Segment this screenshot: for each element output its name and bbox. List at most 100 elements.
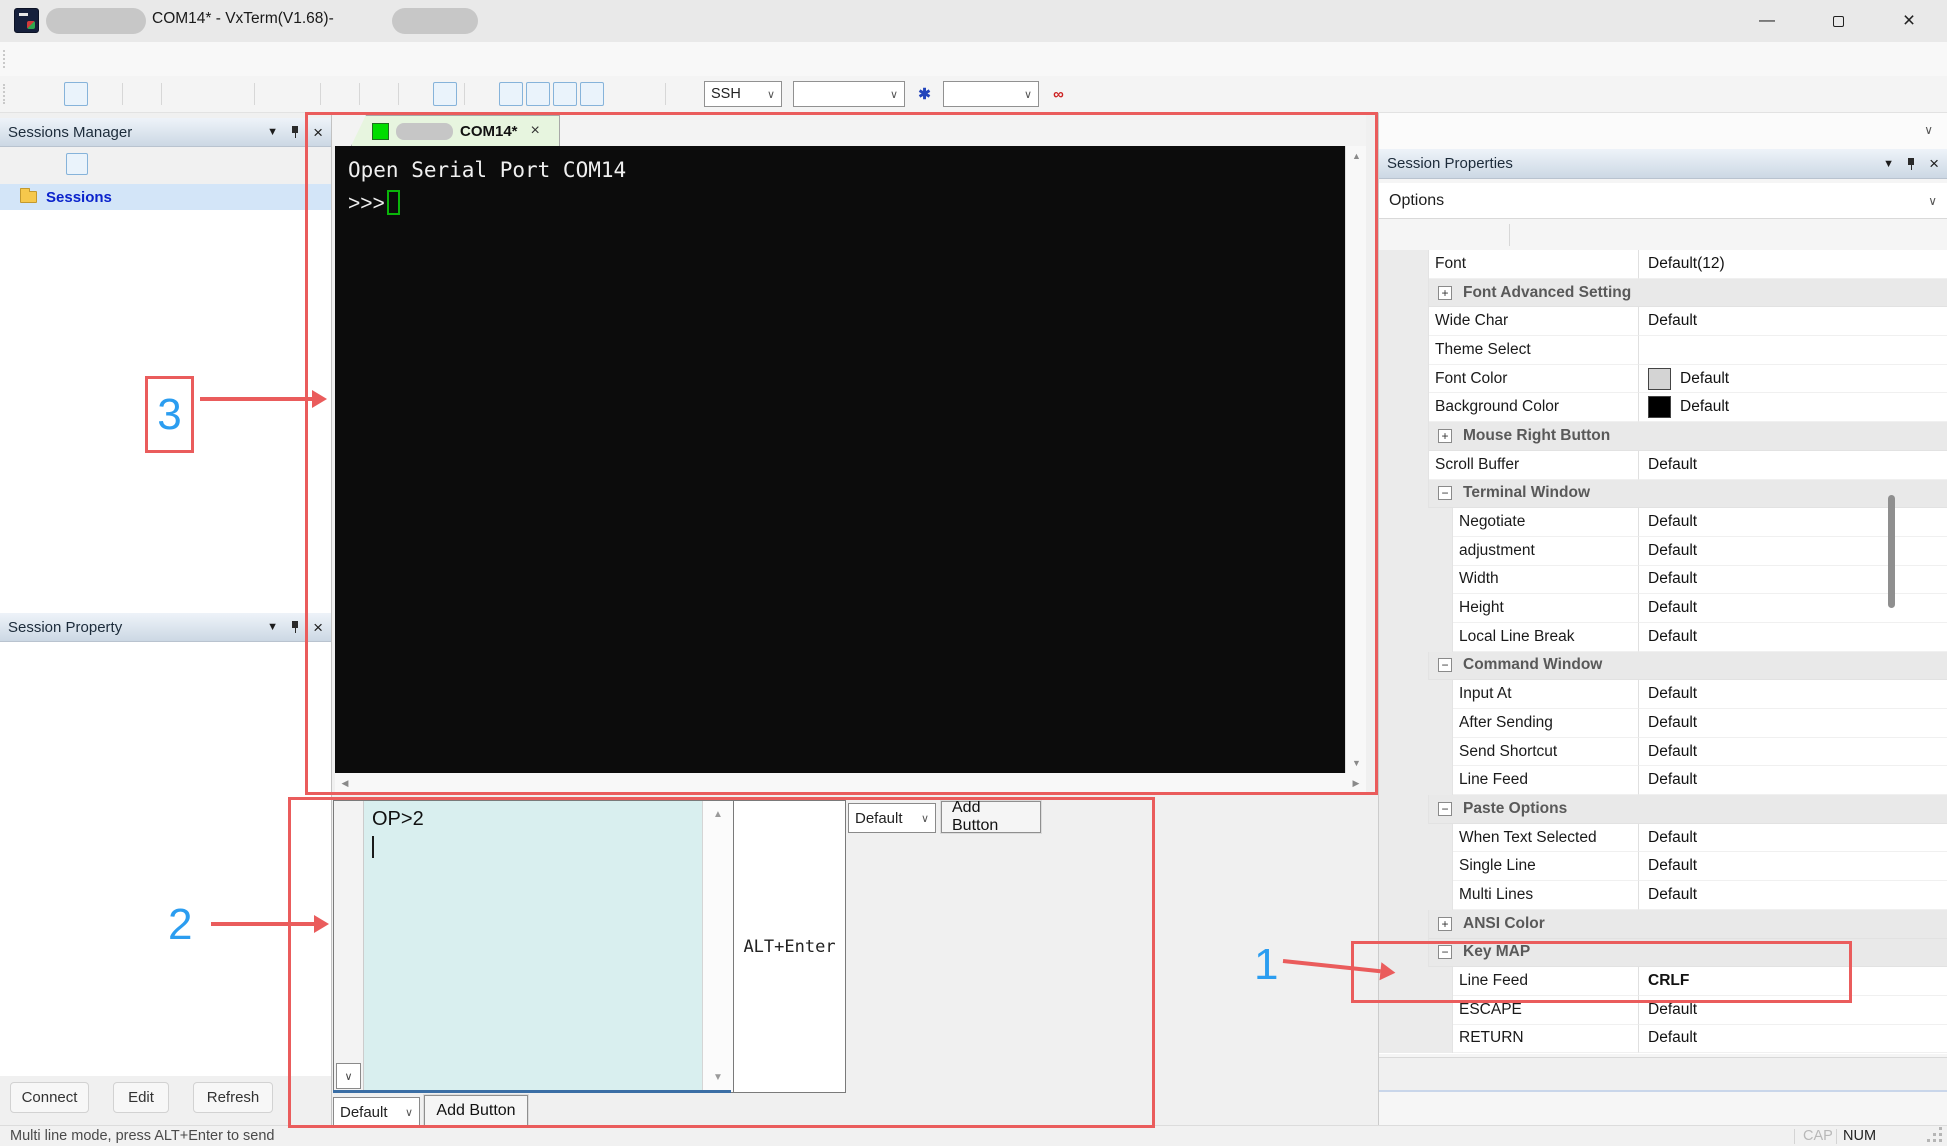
connect-button[interactable]: Connect	[10, 1082, 89, 1113]
property-value-cell[interactable]: Default	[1639, 766, 1947, 795]
chevron-down-icon[interactable]: ▼	[1883, 158, 1894, 170]
property-row[interactable]: After Sending Default	[1379, 709, 1947, 738]
highlight-pen-icon[interactable]	[607, 82, 631, 106]
copy-session-icon[interactable]	[95, 153, 117, 175]
play-pause-icon[interactable]	[406, 82, 430, 106]
minimize-button[interactable]: —	[1735, 0, 1799, 42]
property-row[interactable]: Height Default	[1379, 594, 1947, 623]
property-row[interactable]: Width Default	[1379, 566, 1947, 595]
property-value-cell[interactable]: Default	[1639, 451, 1947, 480]
window-send-icon[interactable]	[580, 82, 604, 106]
property-page-icon[interactable]	[1445, 223, 1468, 246]
property-value-cell[interactable]: Default	[1639, 623, 1947, 652]
property-value-cell[interactable]: Default(12)	[1639, 250, 1947, 279]
property-value-cell[interactable]: Default	[1639, 537, 1947, 566]
disconnect-icon[interactable]	[169, 82, 193, 106]
property-row[interactable]: Background Color Default	[1379, 393, 1947, 422]
property-row[interactable]: Font Default(12)	[1379, 250, 1947, 279]
property-value-cell[interactable]: Default	[1639, 709, 1947, 738]
property-row[interactable]: Wide Char Default	[1379, 307, 1947, 336]
new-window-icon[interactable]	[91, 82, 115, 106]
property-value-cell[interactable]: Default	[1639, 365, 1947, 394]
property-value-cell[interactable]: Default	[1639, 566, 1947, 595]
chevron-down-icon[interactable]: ∨	[1924, 123, 1933, 137]
category-expander-icon[interactable]	[1438, 917, 1452, 931]
property-row[interactable]: When Text Selected Default	[1379, 824, 1947, 853]
filter-combobox[interactable]: ∨	[943, 81, 1039, 107]
property-row[interactable]: Negotiate Default	[1379, 508, 1947, 537]
property-row[interactable]: RETURN Default	[1379, 1025, 1947, 1054]
close-button[interactable]: ×	[1877, 0, 1941, 42]
category-expander-icon[interactable]	[1438, 658, 1452, 672]
property-value-cell[interactable]: Default	[1639, 307, 1947, 336]
category-expander-icon[interactable]	[1438, 429, 1452, 443]
link-icon[interactable]: ∞	[1046, 82, 1070, 106]
property-row[interactable]: ANSI Color	[1379, 910, 1947, 939]
list-view-icon[interactable]	[66, 153, 88, 175]
pin-marker-icon[interactable]	[328, 82, 352, 106]
modify-icon[interactable]	[240, 153, 262, 175]
pin-icon[interactable]	[290, 620, 301, 634]
property-row[interactable]: Send Shortcut Default	[1379, 738, 1947, 767]
edit-button[interactable]: Edit	[113, 1082, 169, 1113]
property-row[interactable]: Line Feed Default	[1379, 766, 1947, 795]
property-row[interactable]: Font Color Default	[1379, 365, 1947, 394]
delete-icon[interactable]	[182, 153, 204, 175]
property-row[interactable]: Scroll Buffer Default	[1379, 451, 1947, 480]
link-session-icon[interactable]	[8, 153, 30, 175]
property-row[interactable]: Paste Options	[1379, 795, 1947, 824]
serial-connect-icon[interactable]	[64, 82, 88, 106]
copy-icon[interactable]	[196, 82, 220, 106]
property-row[interactable]: Input At Default	[1379, 680, 1947, 709]
minimize-all-icon[interactable]	[499, 82, 523, 106]
session-combobox[interactable]: ∨	[793, 81, 905, 107]
category-expander-icon[interactable]	[1438, 286, 1452, 300]
property-value-cell[interactable]: Default	[1639, 852, 1947, 881]
session-window-icon[interactable]	[673, 82, 697, 106]
send-receive-icon[interactable]	[367, 82, 391, 106]
property-value-cell[interactable]: Default	[1639, 680, 1947, 709]
property-value-cell[interactable]: Default	[1639, 594, 1947, 623]
property-row[interactable]: Command Window	[1379, 652, 1947, 681]
pin-icon[interactable]	[1906, 157, 1917, 171]
chevron-down-icon[interactable]: ▼	[267, 126, 278, 138]
categorized-icon[interactable]	[1385, 223, 1408, 246]
property-value-cell[interactable]: Default	[1639, 1025, 1947, 1054]
chevron-down-icon[interactable]: ▼	[267, 621, 278, 633]
connect-icon[interactable]	[130, 82, 154, 106]
refresh-button[interactable]: Refresh	[193, 1082, 273, 1113]
cut-icon[interactable]	[124, 153, 146, 175]
close-icon[interactable]: ×	[1929, 155, 1939, 172]
find-icon[interactable]	[472, 82, 496, 106]
property-value-cell[interactable]: Default	[1639, 881, 1947, 910]
property-value-cell[interactable]: Default	[1639, 508, 1947, 537]
save-profile-icon[interactable]	[1475, 223, 1498, 246]
property-row[interactable]: adjustment Default	[1379, 537, 1947, 566]
config-wand-icon[interactable]: ✱	[912, 82, 936, 106]
reload-icon[interactable]	[289, 82, 313, 106]
paste-icon[interactable]	[223, 82, 247, 106]
clear-icon[interactable]	[634, 82, 658, 106]
category-expander-icon[interactable]	[1438, 486, 1452, 500]
property-row[interactable]: Single Line Default	[1379, 852, 1947, 881]
pin-icon[interactable]	[290, 125, 301, 139]
options-combobox[interactable]: Options ∨	[1379, 183, 1947, 219]
property-value-cell[interactable]: Default	[1639, 738, 1947, 767]
quick-connect-icon[interactable]	[37, 82, 61, 106]
save-icon[interactable]	[10, 82, 34, 106]
grid-scrollbar-thumb[interactable]	[1888, 495, 1895, 608]
window-layout-icon[interactable]	[526, 82, 550, 106]
property-value-cell[interactable]: Default	[1639, 824, 1947, 853]
sort-az-icon[interactable]	[1415, 223, 1438, 246]
property-row[interactable]: Multi Lines Default	[1379, 881, 1947, 910]
category-expander-icon[interactable]	[1438, 802, 1452, 816]
refresh-icon[interactable]	[211, 153, 233, 175]
paste-session-icon[interactable]	[153, 153, 175, 175]
property-row[interactable]: Mouse Right Button	[1379, 422, 1947, 451]
property-row[interactable]: Theme Select	[1379, 336, 1947, 365]
protocol-combobox[interactable]: SSH ∨	[704, 81, 782, 107]
property-value-cell[interactable]	[1639, 336, 1947, 365]
property-row[interactable]: Font Advanced Setting	[1379, 279, 1947, 308]
window-float-icon[interactable]	[553, 82, 577, 106]
property-value-cell[interactable]: Default	[1639, 393, 1947, 422]
